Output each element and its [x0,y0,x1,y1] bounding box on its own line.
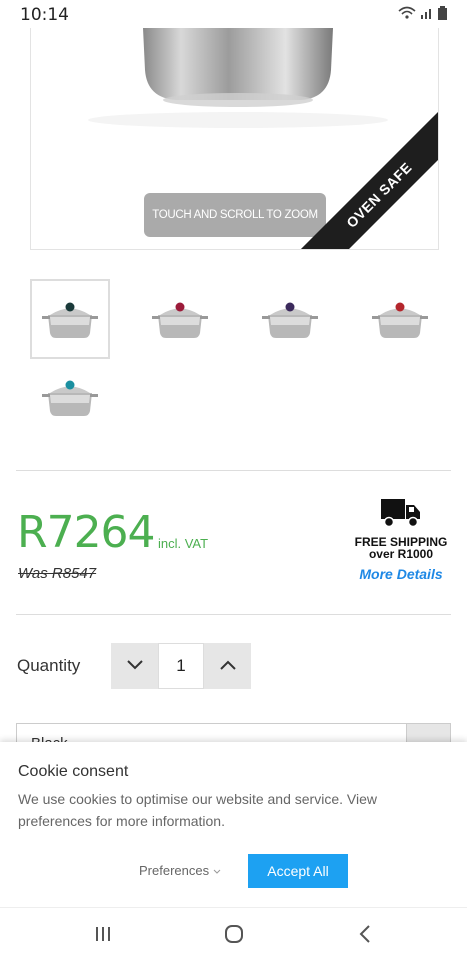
divider [16,470,451,471]
status-bar: 10:14 [0,0,467,28]
home-icon[interactable] [219,922,249,946]
chevron-down-icon [126,657,143,675]
quantity-increase-button[interactable] [204,643,251,689]
back-icon[interactable] [350,922,380,946]
preferences-label: Preferences [139,863,210,878]
accept-all-button[interactable]: Accept All [248,854,348,888]
was-price: Was R8547 [18,565,97,582]
pot-thumbnail-icon [152,302,208,338]
recent-apps-icon[interactable] [88,922,118,946]
cookie-description: We use cookies to optimise our website a… [18,791,377,829]
thumbnail-2[interactable] [140,279,220,359]
thumbnail-4[interactable] [360,279,440,359]
free-shipping-threshold: over R1000 [368,547,434,561]
zoom-hint: TOUCH AND SCROLL TO ZOOM [144,193,326,237]
status-time: 10:14 [20,5,69,25]
quantity-input[interactable]: 1 [158,643,204,689]
more-details-link[interactable]: More Details [351,566,451,582]
chevron-down-icon [213,863,221,878]
product-price: R7264 [17,507,156,558]
thumbnail-3[interactable] [250,279,330,359]
thumbnail-5[interactable] [30,357,110,437]
signal-icon [420,6,434,25]
truck-icon [380,499,422,533]
quantity-label: Quantity [17,656,81,675]
system-nav-bar [0,907,467,960]
preferences-link[interactable]: Preferences [139,863,221,878]
battery-icon [438,6,447,25]
pot-thumbnail-icon [42,380,98,416]
chevron-up-icon [219,657,236,675]
divider [16,614,451,615]
vat-note: incl. VAT [158,536,209,551]
pot-thumbnail-icon [372,302,428,338]
quantity-stepper: 1 [111,643,251,689]
wifi-icon [398,6,416,25]
cookie-consent-banner: Cookie consent We use cookies to optimis… [0,742,467,907]
cookie-title: Cookie consent [18,763,129,780]
quantity-decrease-button[interactable] [111,643,158,689]
pot-thumbnail-icon [262,302,318,338]
thumbnail-1[interactable] [30,279,110,359]
pot-thumbnail-icon [42,302,98,338]
shipping-info: FREE SHIPPING over R1000 More Details [351,497,451,582]
product-main-image[interactable]: TOUCH AND SCROLL TO ZOOM OVEN SAFE [30,28,439,250]
